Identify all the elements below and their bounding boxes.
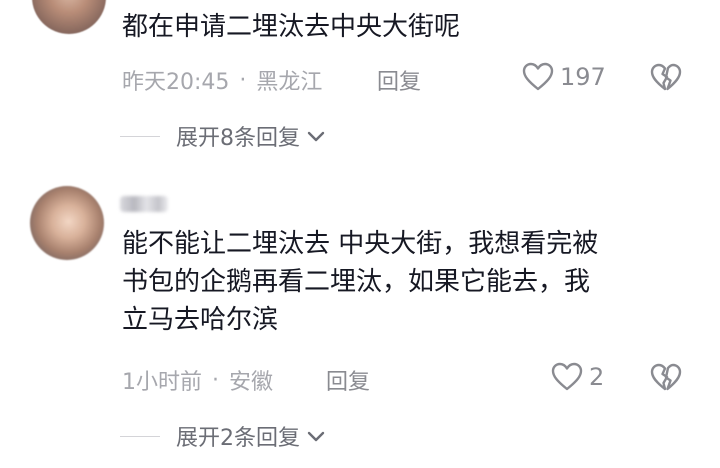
like-button[interactable]: 2 — [551, 362, 604, 392]
reply-button[interactable]: 回复 — [326, 364, 370, 396]
comment-time: 昨天20:45 — [122, 70, 230, 95]
meta-separator: · — [239, 67, 247, 93]
heart-outline-icon — [551, 362, 583, 391]
chevron-down-icon — [307, 431, 325, 442]
like-count: 2 — [589, 363, 605, 391]
reply-button[interactable]: 回复 — [377, 64, 421, 96]
comment-meta: 1小时前 · 安徽 — [122, 364, 273, 396]
divider-line — [120, 435, 160, 437]
heart-outline-icon — [522, 62, 554, 91]
comment-meta: 昨天20:45 · 黑龙江 — [122, 64, 322, 96]
like-button[interactable]: 197 — [522, 62, 606, 92]
expand-replies-button[interactable]: 展开8条回复 — [120, 120, 326, 152]
divider-line — [120, 135, 160, 137]
chevron-down-icon — [307, 131, 325, 142]
broken-heart-icon[interactable] — [650, 63, 682, 97]
expand-replies-label: 展开8条回复 — [176, 126, 300, 151]
username-redacted[interactable] — [120, 196, 168, 212]
avatar[interactable] — [32, 0, 106, 34]
comment-time: 1小时前 — [122, 370, 202, 395]
expand-replies-label: 展开2条回复 — [176, 426, 300, 451]
like-count: 197 — [560, 63, 606, 91]
comment-text: 能不能让二埋汰去 中央大街，我想看完被 书包的企鹅再看二埋汰，如果它能去，我 立… — [122, 229, 599, 335]
broken-heart-icon[interactable] — [650, 363, 682, 397]
comment-location: 安徽 — [229, 370, 274, 395]
avatar[interactable] — [30, 186, 104, 260]
comment-text: 都在申请二埋汰去中央大街呢 — [122, 12, 461, 42]
meta-separator: · — [212, 367, 219, 393]
expand-replies-button[interactable]: 展开2条回复 — [120, 420, 326, 452]
comment-location: 黑龙江 — [256, 70, 323, 95]
